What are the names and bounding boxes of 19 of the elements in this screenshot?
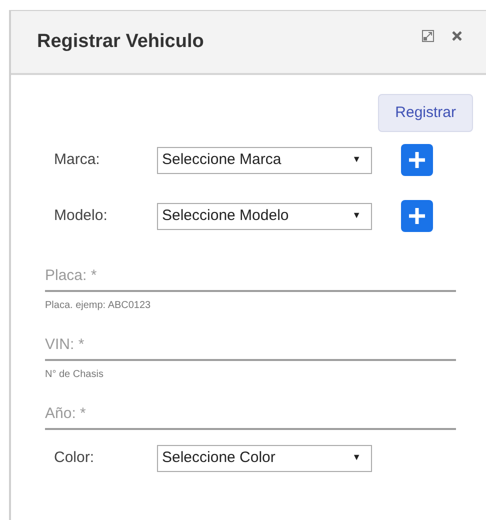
plus-icon	[408, 207, 426, 225]
field-label: Color:	[54, 448, 96, 468]
field-label: Modelo:	[54, 206, 108, 226]
text-field[interactable]: Placa: *	[45, 260, 456, 292]
close-icon[interactable]	[452, 31, 462, 41]
select-field[interactable]: Seleccione Color ▼	[157, 444, 372, 472]
window-title: Registrar Vehiculo	[37, 30, 205, 54]
plus-icon	[408, 151, 426, 169]
field-hint: N° de Chasis	[45, 368, 104, 382]
text-field[interactable]: Año: *	[45, 398, 456, 430]
field-label: Marca:	[54, 150, 101, 170]
field-hint: Placa. ejemp: ABC0123	[45, 299, 152, 313]
add-button[interactable]	[401, 200, 433, 232]
select-field[interactable]: Seleccione Modelo ▼	[157, 202, 372, 230]
add-button[interactable]	[401, 144, 433, 176]
select-field[interactable]: Seleccione Marca ▼	[157, 146, 372, 174]
expand-icon[interactable]	[422, 30, 434, 42]
register-button[interactable]: Registrar	[378, 94, 473, 132]
text-field[interactable]: VIN: *	[45, 329, 456, 361]
